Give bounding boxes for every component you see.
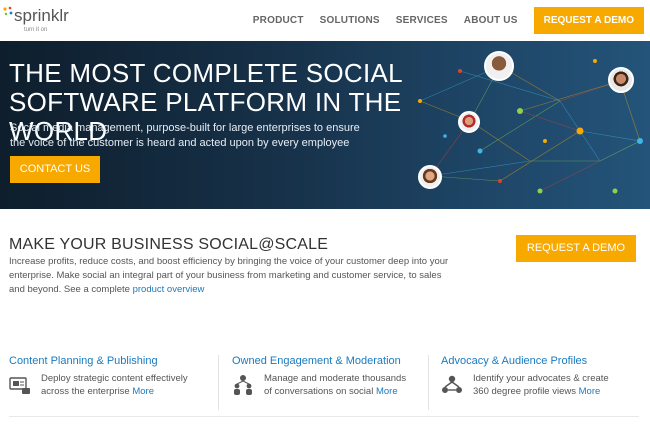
- feature-description-line-1: Manage and moderate thousands: [264, 373, 407, 384]
- feature-description-line-1: Identify your advocates & create: [473, 373, 609, 384]
- main-nav: PRODUCT SOLUTIONS SERVICES ABOUT US REQU…: [253, 0, 650, 41]
- section-body-line-3-text: and beyond. See a complete: [9, 284, 133, 295]
- feature-description-text: 360 degree profile views: [473, 386, 579, 397]
- feature-title[interactable]: Owned Engagement & Moderation: [232, 355, 432, 367]
- product-overview-link[interactable]: product overview: [133, 284, 205, 295]
- section-request-demo-button[interactable]: REQUEST A DEMO: [516, 235, 636, 262]
- feature-description-line-2: across the enterprise More: [41, 385, 231, 398]
- feature-engagement-moderation: Owned Engagement & Moderation Manage and…: [232, 355, 432, 410]
- social-at-scale-section: MAKE YOUR BUSINESS SOCIAL@SCALE Increase…: [0, 209, 650, 429]
- hero-subtitle-line-2: the voice of the customer is heard and a…: [10, 137, 350, 149]
- avatar-person-2: [608, 67, 634, 93]
- nav-request-demo-button[interactable]: REQUEST A DEMO: [533, 7, 644, 34]
- feature-advocacy-profiles: Advocacy & Audience Profiles Identify yo…: [441, 355, 646, 410]
- feature-more-link[interactable]: More: [579, 386, 601, 397]
- hero-title-line-1: THE MOST COMPLETE SOCIAL: [9, 58, 403, 88]
- feature-description: Deploy strategic content effectively acr…: [41, 372, 231, 398]
- feature-description-line-2: of conversations on social More: [264, 385, 454, 398]
- feature-divider: [218, 355, 219, 410]
- feature-description-text: across the enterprise: [41, 386, 133, 397]
- feature-more-link[interactable]: More: [376, 386, 398, 397]
- feature-description-text: of conversations on social: [264, 386, 376, 397]
- avatar-person-1: [484, 51, 514, 81]
- logo-tagline: turn it on: [24, 27, 48, 33]
- nav-item-product[interactable]: PRODUCT: [253, 15, 304, 26]
- section-body-line-2: enterprise. Make social an integral part…: [9, 270, 442, 281]
- feature-content-publishing: Content Planning & Publishing Deploy str…: [9, 355, 224, 410]
- section-body-line-3: and beyond. See a complete product overv…: [9, 283, 489, 297]
- feature-title[interactable]: Content Planning & Publishing: [9, 355, 224, 367]
- logo-wordmark: sprinklr: [14, 6, 69, 25]
- hero-banner: THE MOST COMPLETE SOCIAL SOFTWARE PLATFO…: [0, 41, 650, 209]
- feature-description-line-1: Deploy strategic content effectively: [41, 373, 188, 384]
- publishing-icon: [9, 377, 30, 394]
- avatar-person-4: [418, 165, 442, 189]
- feature-title[interactable]: Advocacy & Audience Profiles: [441, 355, 646, 367]
- feature-description-line-2: 360 degree profile views More: [473, 385, 650, 398]
- hero-subtitle-line-1: Social media management, purpose-built f…: [10, 122, 360, 134]
- feature-divider: [428, 355, 429, 410]
- feature-description: Manage and moderate thousands of convers…: [264, 372, 454, 398]
- nav-item-solutions[interactable]: SOLUTIONS: [320, 15, 380, 26]
- section-body-line-1: Increase profits, reduce costs, and boos…: [9, 256, 449, 267]
- feature-description: Identify your advocates & create 360 deg…: [473, 372, 650, 398]
- section-bottom-divider: [9, 416, 639, 417]
- engagement-icon: [234, 375, 252, 395]
- advocacy-icon: [442, 375, 462, 393]
- site-header: sprinklr turn it on PRODUCT SOLUTIONS SE…: [0, 0, 650, 41]
- hero-subtitle: Social media management, purpose-built f…: [10, 121, 390, 151]
- nav-item-services[interactable]: SERVICES: [396, 15, 448, 26]
- contact-us-button[interactable]: CONTACT US: [10, 156, 100, 183]
- section-title: MAKE YOUR BUSINESS SOCIAL@SCALE: [9, 236, 329, 253]
- nav-item-about-us[interactable]: ABOUT US: [464, 15, 518, 26]
- feature-list: Content Planning & Publishing Deploy str…: [0, 355, 650, 415]
- logo-mark-icon: [3, 6, 13, 16]
- feature-more-link[interactable]: More: [132, 386, 154, 397]
- sprinklr-logo[interactable]: sprinklr turn it on: [2, 4, 69, 38]
- section-body: Increase profits, reduce costs, and boos…: [9, 255, 489, 297]
